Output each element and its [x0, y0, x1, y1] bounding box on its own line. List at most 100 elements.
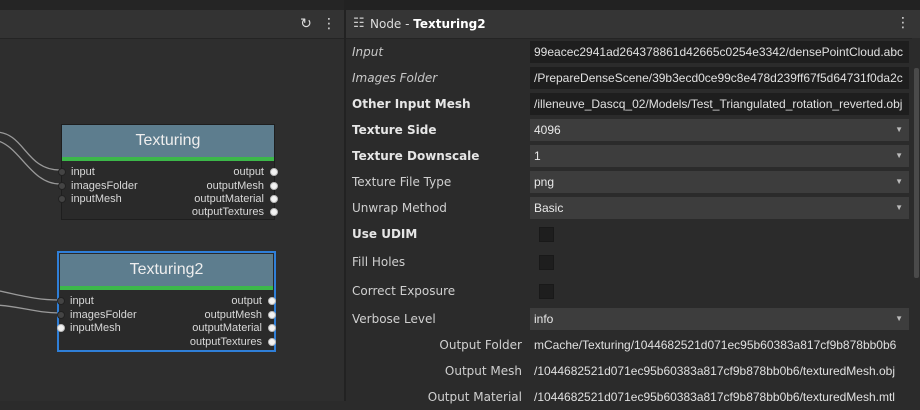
port-dot[interactable]	[270, 208, 278, 216]
chevron-down-icon: ▼	[895, 177, 903, 186]
port-label: input	[70, 295, 94, 307]
port-dot[interactable]	[58, 182, 66, 190]
node-title: Texturing	[62, 125, 274, 157]
attr-label: Input	[352, 45, 384, 59]
attr-row-other-input-mesh: Other Input Mesh /illeneuve_Dascq_02/Mod…	[346, 91, 920, 117]
attr-row-texture-file-type: Texture File Type png ▼	[346, 169, 920, 195]
attr-row-fill-holes: Fill Holes	[346, 249, 920, 275]
images-folder-field[interactable]: /PrepareDenseScene/39b3ecd0ce99c8e478d23…	[530, 67, 909, 89]
port-dot[interactable]	[57, 311, 65, 319]
attribute-header-title: Node - Texturing2	[370, 17, 486, 31]
node-name: Texturing2	[413, 17, 486, 31]
port-input[interactable]: input	[57, 295, 94, 308]
edge	[0, 131, 61, 171]
attr-label: Use UDIM	[352, 227, 418, 241]
attr-label: Other Input Mesh	[352, 97, 471, 111]
select-value: 4096	[534, 123, 561, 137]
port-label: outputTextures	[191, 206, 264, 218]
output-mesh-field[interactable]: /1044682521d071ec95b60383a817cf9b878bb0b…	[530, 360, 909, 382]
output-folder-field[interactable]: mCache/Texturing/1044682521d071ec95b6038…	[530, 334, 909, 356]
port-dot[interactable]	[268, 338, 276, 346]
port-label: imagesFolder	[71, 180, 138, 192]
field-value: 99eacec2941ad264378861d42665c0254e3342/d…	[534, 45, 903, 59]
chevron-down-icon: ▼	[895, 151, 903, 160]
port-dot[interactable]	[57, 297, 65, 305]
node-status-bar	[62, 157, 274, 161]
port-output[interactable]: output	[233, 166, 278, 179]
port-output-material[interactable]: outputMaterial	[192, 322, 276, 335]
port-input[interactable]: input	[58, 166, 95, 179]
more-vert-icon[interactable]: ⋮	[896, 15, 910, 31]
attr-row-texture-downscale: Texture Downscale 1 ▼	[346, 143, 920, 169]
chevron-down-icon: ▼	[895, 314, 903, 323]
port-label: input	[71, 166, 95, 178]
port-label: inputMesh	[70, 322, 121, 334]
port-dot[interactable]	[58, 168, 66, 176]
port-dot[interactable]	[270, 182, 278, 190]
attr-label: Correct Exposure	[352, 284, 456, 298]
field-value: mCache/Texturing/1044682521d071ec95b6038…	[534, 338, 897, 352]
attr-row-input: Input 99eacec2941ad264378861d42665c0254e…	[346, 39, 920, 65]
port-output-material[interactable]: outputMaterial	[194, 193, 278, 206]
attr-row-images-folder: Images Folder /PrepareDenseScene/39b3ecd…	[346, 65, 920, 91]
node-texturing[interactable]: Texturing input imagesFolder inputMesh o…	[58, 124, 278, 220]
texture-file-type-select[interactable]: png ▼	[530, 171, 909, 193]
port-label: inputMesh	[71, 193, 122, 205]
edge	[0, 290, 61, 301]
node-status-bar	[60, 286, 273, 290]
port-output-textures[interactable]: outputTextures	[191, 206, 278, 219]
attr-label: Unwrap Method	[352, 201, 447, 215]
port-images-folder[interactable]: imagesFolder	[57, 309, 137, 322]
port-output-textures[interactable]: outputTextures	[190, 336, 276, 349]
unwrap-method-select[interactable]: Basic ▼	[530, 197, 909, 219]
node-texturing2[interactable]: Texturing2 input imagesFolder inputMesh …	[57, 251, 276, 352]
attr-label: Verbose Level	[352, 312, 436, 326]
attr-label: Output Material	[427, 390, 522, 404]
port-dot[interactable]	[268, 311, 276, 319]
texture-downscale-select[interactable]: 1 ▼	[530, 145, 909, 167]
attribute-header: ☷ Node - Texturing2 ⋮	[346, 10, 920, 39]
port-dot[interactable]	[57, 324, 65, 332]
port-output-mesh[interactable]: outputMesh	[207, 180, 278, 193]
port-output[interactable]: output	[231, 295, 276, 308]
attr-row-texture-side: Texture Side 4096 ▼	[346, 117, 920, 143]
output-material-field[interactable]: /1044682521d071ec95b60383a817cf9b878bb0b…	[530, 386, 909, 408]
port-input-mesh[interactable]: inputMesh	[58, 193, 122, 206]
chevron-down-icon: ▼	[895, 125, 903, 134]
port-label: outputMaterial	[194, 193, 264, 205]
port-dot[interactable]	[270, 168, 278, 176]
port-dot[interactable]	[268, 297, 276, 305]
correct-exposure-checkbox[interactable]	[539, 284, 554, 299]
port-label: output	[233, 166, 264, 178]
attr-row-correct-exposure: Correct Exposure	[346, 278, 920, 304]
port-dot[interactable]	[268, 324, 276, 332]
attr-label: Texture Side	[352, 123, 437, 137]
select-value: png	[534, 175, 555, 189]
attr-row-unwrap-method: Unwrap Method Basic ▼	[346, 195, 920, 221]
attr-label: Texture File Type	[352, 175, 452, 189]
graph-editor[interactable]: ↻ ⋮ Texturing input imagesFolder inputMe…	[0, 0, 344, 401]
scrollbar-thumb[interactable]	[914, 68, 919, 278]
use-udim-checkbox[interactable]	[539, 227, 554, 242]
port-dot[interactable]	[58, 195, 66, 203]
input-field[interactable]: 99eacec2941ad264378861d42665c0254e3342/d…	[530, 41, 909, 63]
field-value: /illeneuve_Dascq_02/Models/Test_Triangul…	[534, 97, 903, 111]
port-input-mesh[interactable]: inputMesh	[57, 322, 121, 335]
port-output-mesh[interactable]: outputMesh	[205, 309, 276, 322]
verbose-level-select[interactable]: info ▼	[530, 308, 909, 330]
edge	[0, 141, 61, 185]
port-images-folder[interactable]: imagesFolder	[58, 180, 138, 193]
sliders-icon: ☷	[353, 16, 365, 31]
port-dot[interactable]	[270, 195, 278, 203]
texture-side-select[interactable]: 4096 ▼	[530, 119, 909, 141]
port-label: output	[231, 295, 262, 307]
other-input-mesh-field[interactable]: /illeneuve_Dascq_02/Models/Test_Triangul…	[530, 93, 909, 115]
select-value: 1	[534, 149, 541, 163]
fill-holes-checkbox[interactable]	[539, 255, 554, 270]
attr-row-verbose-level: Verbose Level info ▼	[346, 306, 920, 332]
attribute-scrollbar[interactable]	[912, 38, 920, 401]
attr-label: Output Mesh	[444, 364, 522, 378]
select-value: info	[534, 312, 554, 326]
attr-row-output-material: Output Material /1044682521d071ec95b6038…	[346, 384, 920, 410]
port-label: imagesFolder	[70, 309, 137, 321]
